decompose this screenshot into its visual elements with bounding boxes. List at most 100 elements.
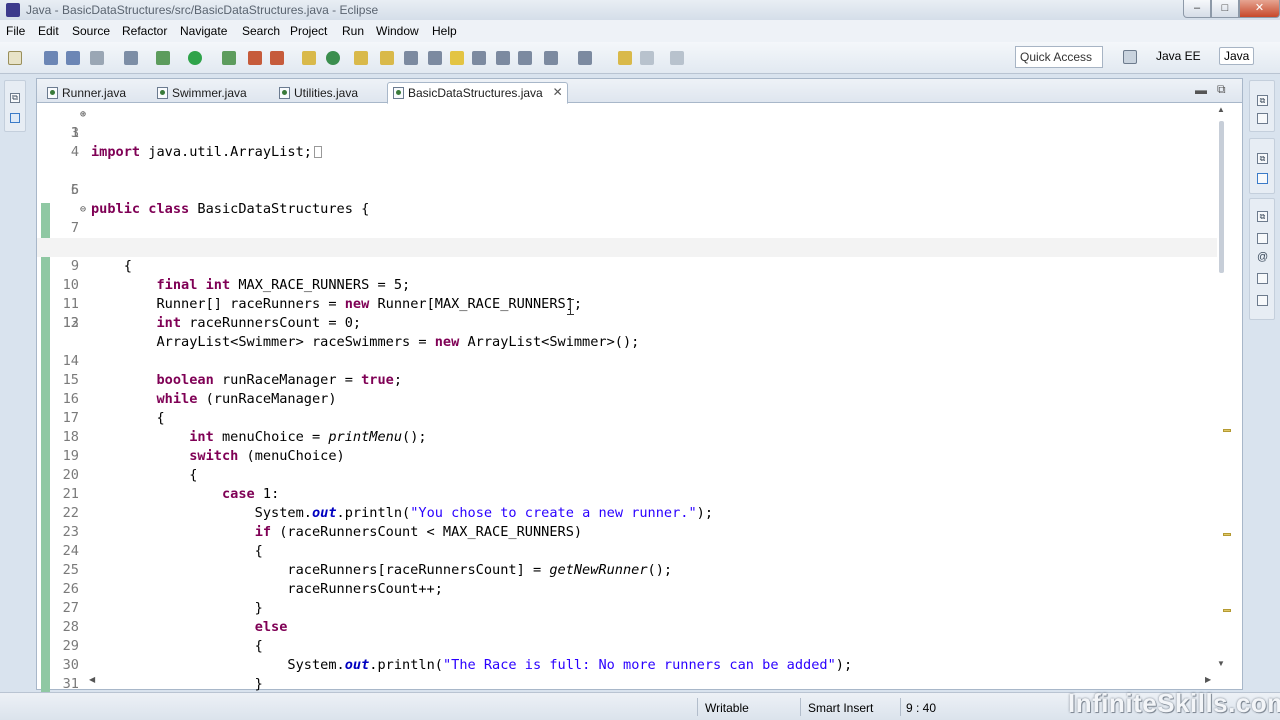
code-line: 6 — [37, 181, 1217, 200]
close-button[interactable]: ✕ — [1239, 0, 1280, 18]
restore-icon[interactable]: ⧉ — [1257, 95, 1268, 106]
scrollbar-thumb[interactable] — [1219, 121, 1224, 273]
quick-access-field[interactable]: Quick Access — [1015, 46, 1103, 68]
tab-utilities[interactable]: Utilities.java — [273, 82, 367, 103]
code-line: 20 case 1: — [37, 447, 1217, 502]
menu-help[interactable]: Help — [432, 24, 457, 38]
code-line: 23 { — [37, 504, 1217, 559]
show-whitespace-icon[interactable] — [472, 51, 486, 65]
close-tab-icon[interactable]: ✕ — [553, 85, 563, 99]
line-number: 3 — [70, 125, 79, 141]
restore-icon[interactable]: ⧉ — [10, 93, 20, 103]
menu-search[interactable]: Search — [242, 24, 280, 38]
fold-expand-icon[interactable]: ⊕ — [80, 105, 86, 124]
current-code-line: 9 final int MAX_RACE_RUNNERS = 5; — [37, 238, 1217, 293]
run-icon[interactable] — [188, 51, 202, 65]
watermark-logo: InfiniteSkills.com — [1068, 688, 1280, 718]
open-task-icon[interactable] — [380, 51, 394, 65]
overview-marker[interactable] — [1223, 429, 1231, 432]
code-line: 5 public class BasicDataStructures { — [37, 162, 1217, 217]
maximize-editor-icon[interactable]: ⧉ — [1217, 82, 1226, 97]
back-icon[interactable] — [640, 51, 654, 65]
scroll-right-icon[interactable]: ▶ — [1205, 675, 1211, 684]
menu-edit[interactable]: Edit — [38, 24, 59, 38]
code-line: 15 while (runRaceManager) — [37, 352, 1217, 407]
status-separator — [697, 698, 698, 716]
save-icon[interactable] — [44, 51, 58, 65]
external-tools-icon[interactable] — [248, 51, 262, 65]
restore-icon[interactable]: ⧉ — [1257, 153, 1268, 164]
title-bar: Java - BasicDataStructures/src/BasicData… — [0, 0, 1280, 20]
minimize-editor-icon[interactable]: ▬ — [1195, 83, 1207, 97]
new-icon[interactable] — [8, 51, 22, 65]
outline-icon[interactable] — [1257, 173, 1268, 184]
menu-refactor[interactable]: Refactor — [122, 24, 167, 38]
new-server-icon[interactable] — [270, 51, 284, 65]
fold-collapse-icon[interactable]: ⊖ — [80, 200, 86, 219]
menu-run[interactable]: Run — [342, 24, 364, 38]
tab-runner[interactable]: Runner.java — [41, 82, 135, 103]
code-line: 27 else — [37, 580, 1217, 635]
restore-icon[interactable]: ⧉ — [1257, 211, 1268, 222]
show-source-icon[interactable] — [518, 51, 532, 65]
perspective-java-ee[interactable]: Java EE — [1156, 49, 1201, 63]
tab-label: Utilities.java — [294, 86, 359, 100]
java-file-icon — [279, 87, 290, 99]
code-line: 30 } — [37, 637, 1217, 692]
maximize-button[interactable]: □ — [1211, 0, 1239, 18]
menu-window[interactable]: Window — [376, 24, 419, 38]
code-line: 8 { — [37, 219, 1217, 274]
tab-swimmer[interactable]: Swimmer.java — [151, 82, 256, 103]
block-selection-icon[interactable] — [496, 51, 510, 65]
forward-icon[interactable] — [670, 51, 684, 65]
horizontal-scrollbar[interactable]: ◀ ▶ — [89, 675, 1219, 687]
perspective-java[interactable]: Java — [1219, 47, 1255, 65]
debug-icon[interactable] — [156, 51, 170, 65]
vertical-scrollbar[interactable]: ▲ ▼ — [1217, 105, 1229, 669]
code-line: 7⊖ public static void main(String[] args… — [37, 200, 1217, 255]
search-icon[interactable] — [404, 51, 418, 65]
overview-marker[interactable] — [1223, 533, 1231, 536]
toggle-mark-icon[interactable] — [428, 51, 442, 65]
menu-bar: File Edit Source Refactor Navigate Searc… — [0, 20, 1280, 42]
minimize-button[interactable]: – — [1183, 0, 1211, 18]
console-icon[interactable] — [1257, 295, 1268, 306]
right-trim-stack-1: ⧉ — [1249, 80, 1275, 132]
javadoc-icon[interactable]: @ — [1257, 252, 1268, 264]
scroll-down-icon[interactable]: ▼ — [1217, 659, 1225, 668]
declaration-icon[interactable] — [1257, 273, 1268, 284]
code-editor[interactable]: 1 ⊕ import java.util.ArrayList; 3 4 5 pub… — [37, 105, 1217, 711]
code-line: 4 — [37, 143, 1217, 162]
problems-icon[interactable] — [1257, 233, 1268, 244]
last-edit-icon[interactable] — [618, 51, 632, 65]
highlight-icon[interactable] — [450, 51, 464, 65]
overview-marker[interactable] — [1223, 609, 1231, 612]
menu-project[interactable]: Project — [290, 24, 327, 38]
scroll-up-icon[interactable]: ▲ — [1217, 105, 1225, 114]
code-line: 3 — [37, 124, 1217, 143]
save-all-icon[interactable] — [66, 51, 80, 65]
window-title: Java - BasicDataStructures/src/BasicData… — [26, 3, 379, 17]
open-type-icon[interactable] — [354, 51, 368, 65]
menu-file[interactable]: File — [6, 24, 25, 38]
line-number: 13 — [62, 315, 79, 331]
print-icon[interactable] — [90, 51, 104, 65]
menu-navigate[interactable]: Navigate — [180, 24, 227, 38]
code-line: 19 { — [37, 428, 1217, 483]
code-line: 10 Runner[] raceRunners = new Runner[MAX… — [37, 257, 1217, 312]
prev-annotation-icon[interactable] — [578, 51, 592, 65]
package-explorer-icon[interactable] — [10, 113, 20, 123]
new-package-icon[interactable] — [302, 51, 316, 65]
coverage-icon[interactable] — [222, 51, 236, 65]
status-insert-mode: Smart Insert — [808, 701, 874, 715]
open-perspective-icon[interactable] — [1123, 50, 1137, 64]
code-line: 28 { — [37, 599, 1217, 654]
next-annotation-icon[interactable] — [544, 51, 558, 65]
code-line: 18 switch (menuChoice) — [37, 409, 1217, 464]
task-list-icon[interactable] — [1257, 113, 1268, 124]
scroll-left-icon[interactable]: ◀ — [89, 675, 95, 684]
new-class-icon[interactable] — [326, 51, 340, 65]
skip-breakpoints-icon[interactable] — [124, 51, 138, 65]
tab-basicdatastructures[interactable]: BasicDataStructures.java ✕ — [387, 82, 568, 104]
menu-source[interactable]: Source — [72, 24, 110, 38]
